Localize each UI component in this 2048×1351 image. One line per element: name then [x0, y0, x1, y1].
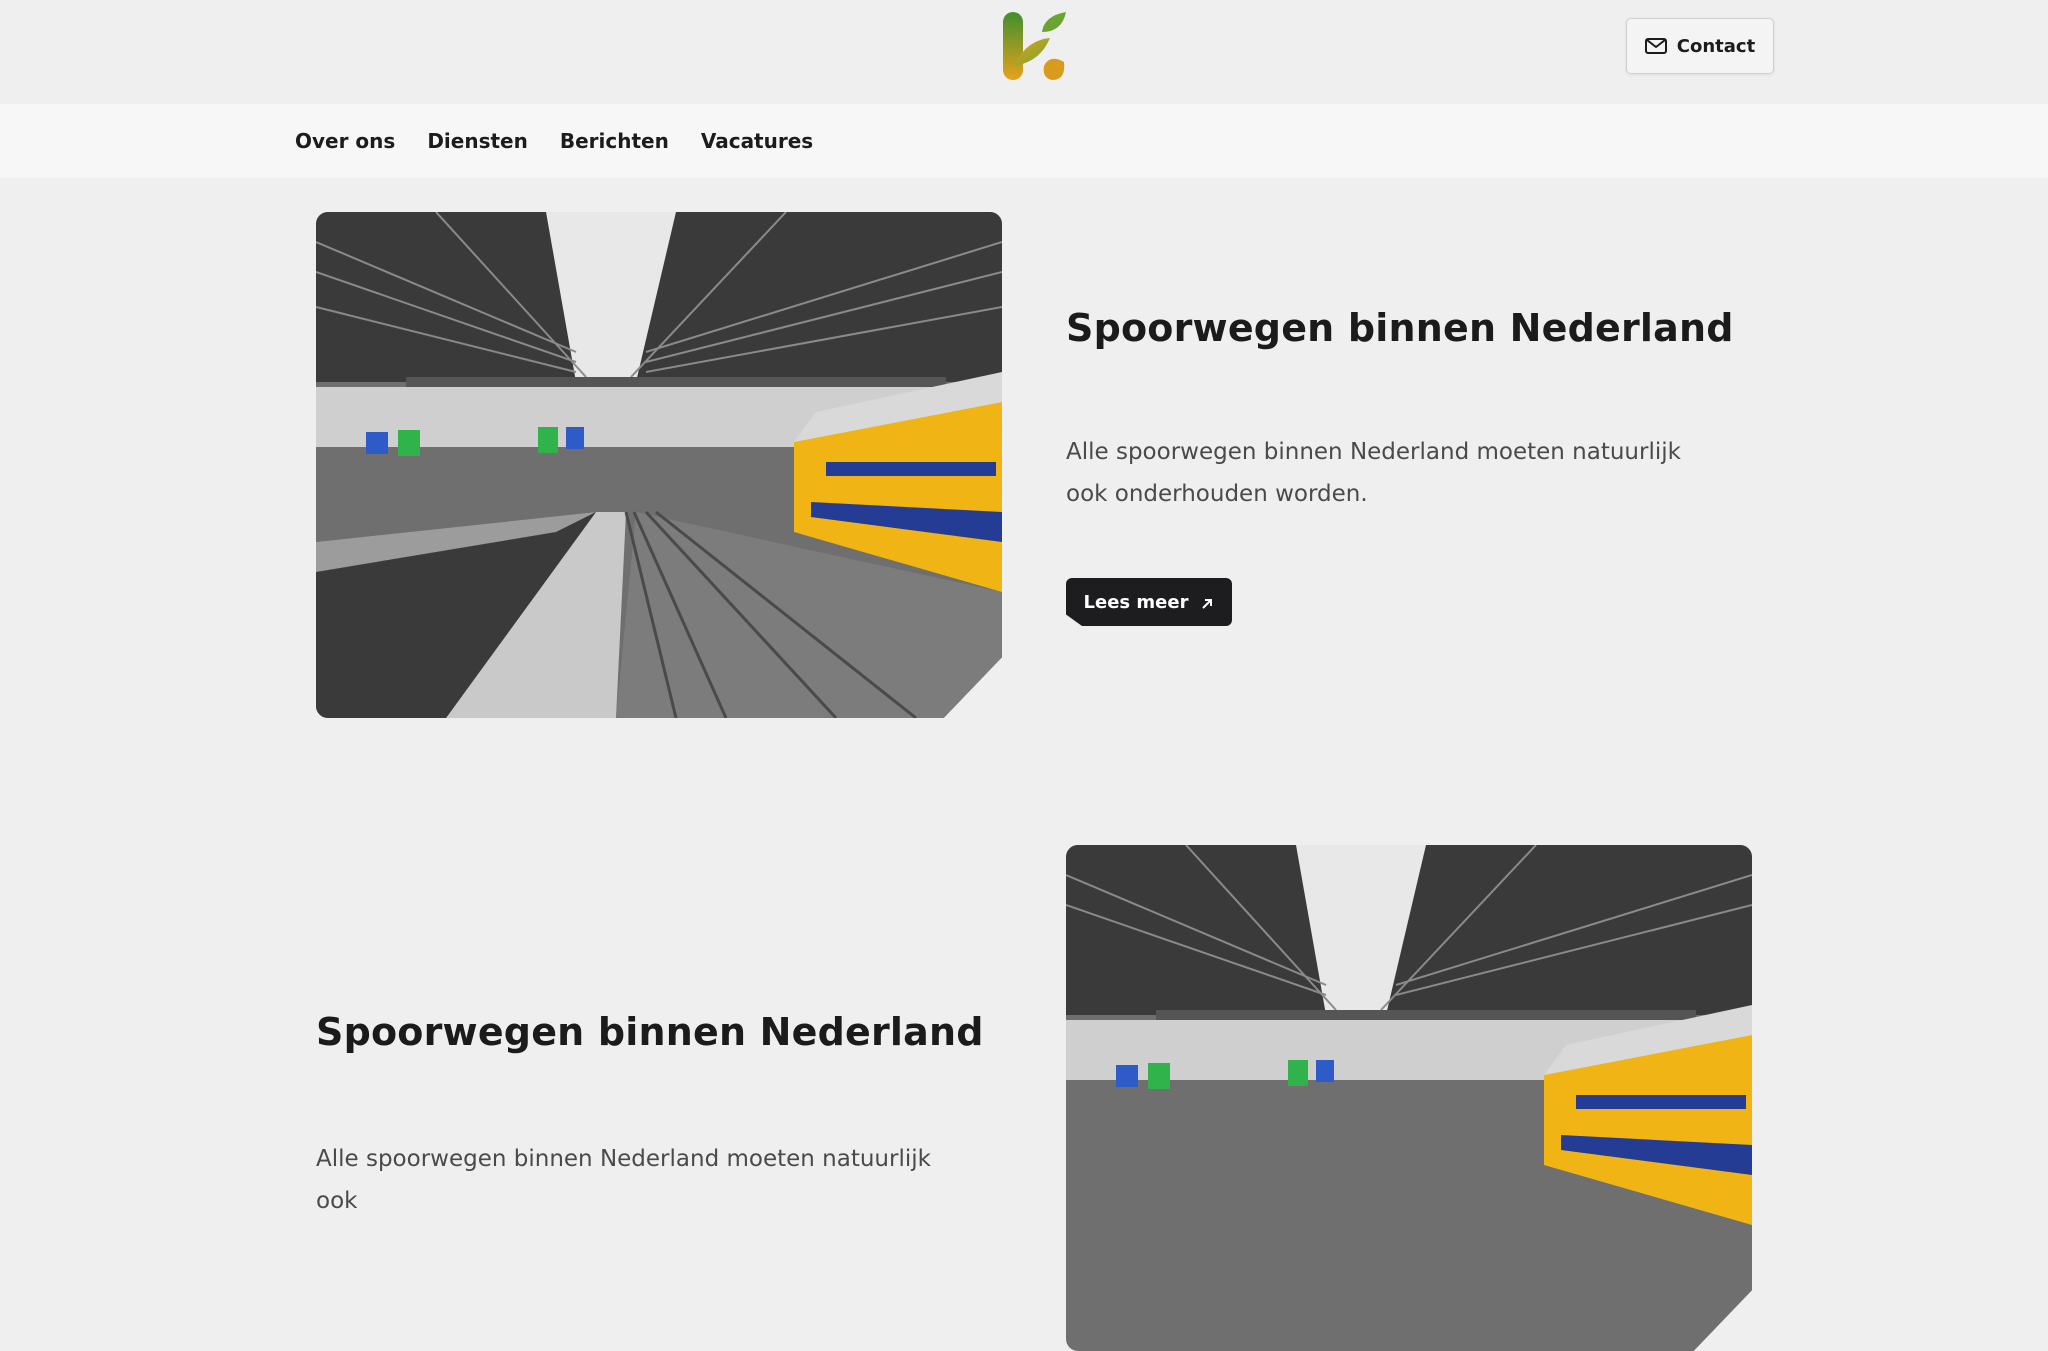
contact-button[interactable]: Contact — [1626, 18, 1774, 74]
read-more-label: Lees meer — [1083, 591, 1189, 613]
section-2-title: Spoorwegen binnen Nederland — [316, 1010, 984, 1054]
k-leaf-logo[interactable] — [1000, 10, 1070, 84]
main-navigation: Over ons Diensten Berichten Vacatures — [0, 104, 2048, 178]
contact-label: Contact — [1676, 35, 1756, 57]
section-1-title: Spoorwegen binnen Nederland — [1066, 306, 1734, 350]
nav-item-berichten[interactable]: Berichten — [560, 129, 669, 153]
train-station-photo — [316, 212, 1002, 718]
arrow-up-right-icon — [1200, 595, 1214, 609]
section-1-text: Alle spoorwegen binnen Nederland moeten … — [1066, 439, 1681, 507]
mail-icon — [1644, 38, 1667, 54]
train-station-photo — [1066, 845, 1752, 1351]
nav-item-diensten[interactable]: Diensten — [427, 129, 528, 153]
read-more-button[interactable]: Lees meer — [1066, 578, 1232, 626]
nav-item-over-ons[interactable]: Over ons — [295, 129, 395, 153]
nav-item-vacatures[interactable]: Vacatures — [701, 129, 813, 153]
top-header: Contact — [0, 0, 2048, 104]
section-2-text: Alle spoorwegen binnen Nederland moeten … — [316, 1146, 931, 1214]
